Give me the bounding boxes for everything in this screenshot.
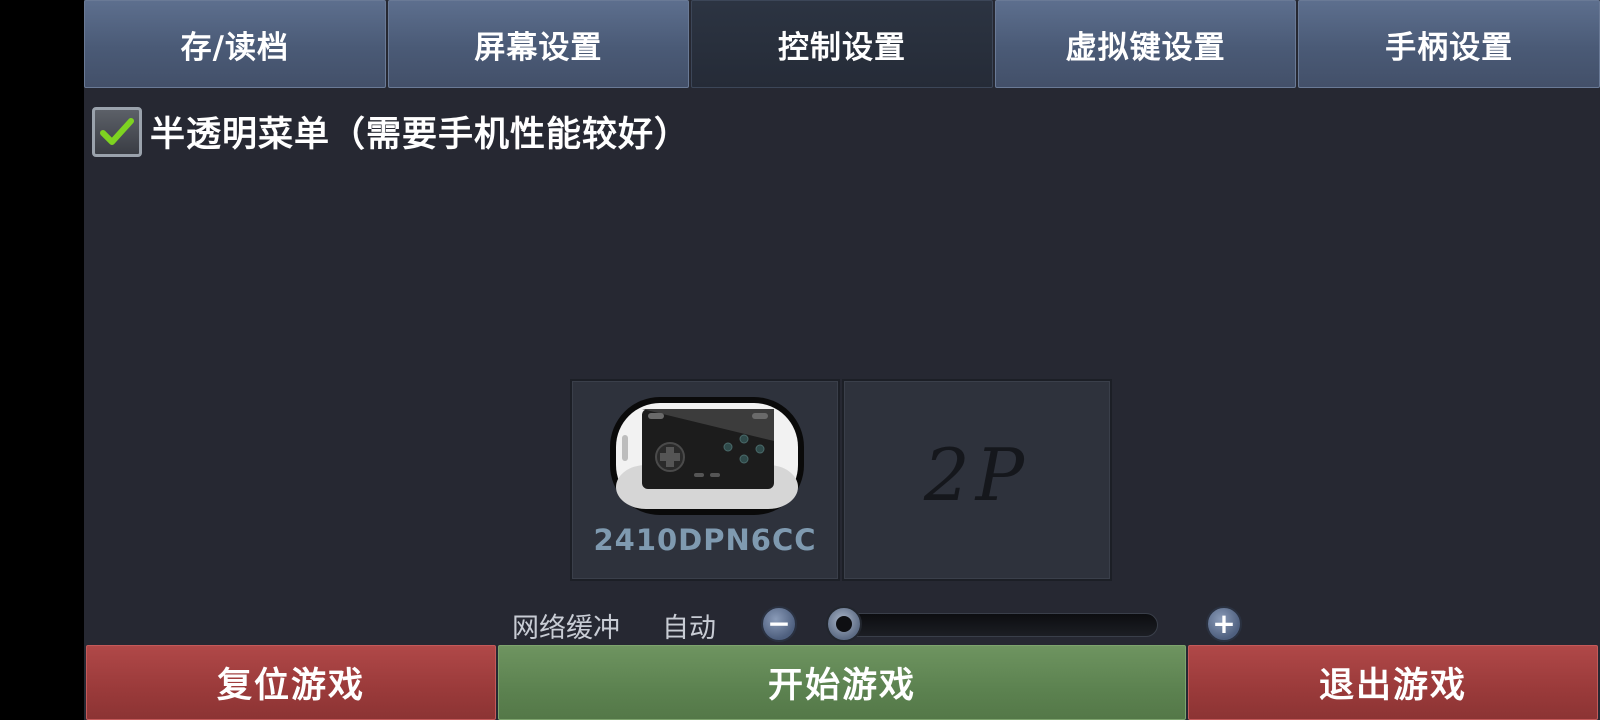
reset-game-button[interactable]: 复位游戏 [86,645,496,720]
buffer-decrease-button[interactable]: − [761,606,797,642]
start-game-button[interactable]: 开始游戏 [498,645,1186,720]
player2-label: 2P [923,433,1031,517]
gamepad-icon [608,395,806,517]
emulator-menu-screen: 存/读档 屏幕设置 控制设置 虚拟键设置 手柄设置 半透明菜单（需要手机性能较好… [84,0,1600,720]
translucent-menu-option[interactable]: 半透明菜单（需要手机性能较好） [92,106,690,157]
buffer-increase-button[interactable]: + [1206,606,1242,642]
translucent-menu-checkbox[interactable] [92,106,142,157]
network-buffer-value: 自动 [662,613,716,644]
network-buffer-slider[interactable] [830,613,1158,637]
network-buffer-label: 网络缓冲 [512,613,620,644]
translucent-menu-label: 半透明菜单（需要手机性能较好） [150,115,691,155]
player2-slot[interactable]: 2P [842,379,1112,581]
network-buffer-slider-thumb[interactable] [826,606,862,642]
checkmark-icon [100,117,134,145]
player1-slot[interactable]: 2410DPN6CC [570,379,840,581]
slider-thumb-dot [836,616,852,632]
exit-game-button[interactable]: 退出游戏 [1188,645,1598,720]
settings-tab-bar: 存/读档 屏幕设置 控制设置 虚拟键设置 手柄设置 [84,0,1600,90]
tab-virtual-key-settings[interactable]: 虚拟键设置 [994,0,1297,88]
tab-screen-settings[interactable]: 屏幕设置 [387,0,690,88]
tab-gamepad-settings[interactable]: 手柄设置 [1298,0,1600,88]
player1-device-name: 2410DPN6CC [593,523,817,557]
tab-control-settings[interactable]: 控制设置 [691,0,993,88]
tab-save-load[interactable]: 存/读档 [84,0,386,88]
